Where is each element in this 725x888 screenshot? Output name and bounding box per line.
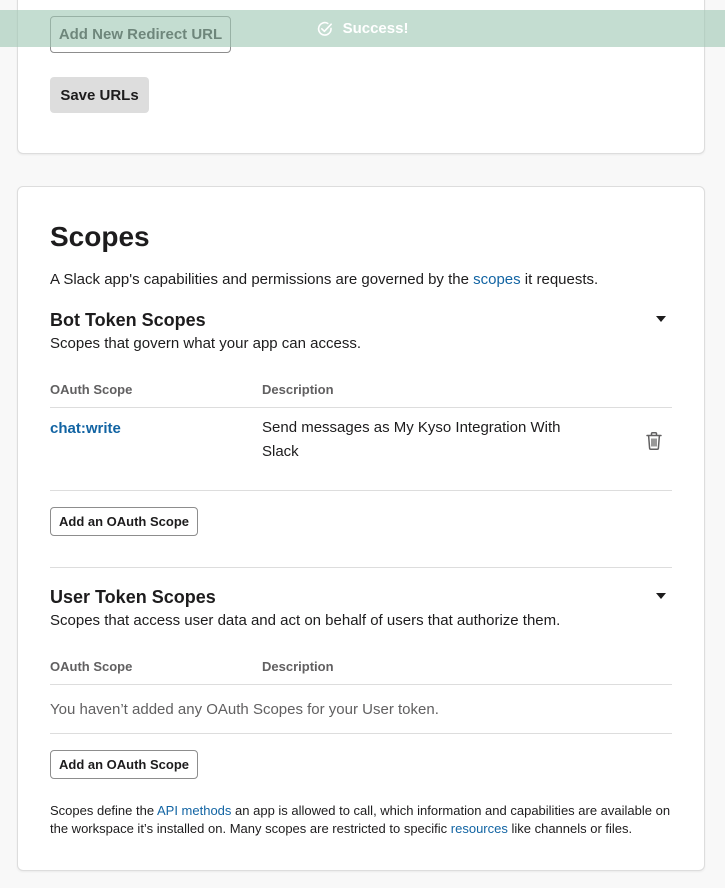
- scopes-title: Scopes: [50, 221, 150, 252]
- scopes-link[interactable]: scopes: [473, 271, 521, 288]
- toast-text: Success!: [342, 20, 409, 37]
- scope-description: Send messages as My Kyso Integration Wit…: [262, 419, 561, 460]
- add-bot-oauth-scope-button[interactable]: Add an OAuth Scope: [50, 507, 198, 536]
- trash-icon[interactable]: [645, 431, 663, 451]
- user-col-oauth-scope: OAuth Scope: [50, 659, 133, 674]
- bot-col-description: Description: [262, 382, 334, 397]
- success-toast: Success!: [0, 10, 725, 47]
- bot-col-oauth-scope: OAuth Scope: [50, 382, 133, 397]
- add-user-oauth-scope-button[interactable]: Add an OAuth Scope: [50, 750, 198, 779]
- user-token-scopes-title: User Token Scopes: [50, 587, 216, 607]
- scopes-description: A Slack app's capabilities and permissio…: [50, 271, 598, 288]
- section-divider: [50, 567, 672, 568]
- divider: [50, 490, 672, 491]
- save-urls-button[interactable]: Save URLs: [50, 77, 149, 113]
- caret-down-icon[interactable]: [656, 593, 666, 599]
- divider: [50, 733, 672, 734]
- empty-scopes-message: You haven’t added any OAuth Scopes for y…: [50, 701, 439, 718]
- caret-down-icon[interactable]: [656, 316, 666, 322]
- resources-link[interactable]: resources: [451, 821, 508, 836]
- scopes-card: Scopes A Slack app's capabilities and pe…: [17, 186, 705, 871]
- footnote-text: like channels or files.: [507, 821, 633, 836]
- check-circle-icon: [317, 21, 333, 37]
- footnote-text: Scopes define the: [50, 803, 157, 818]
- bot-token-scopes-title: Bot Token Scopes: [50, 310, 206, 330]
- user-col-description: Description: [262, 659, 334, 674]
- api-methods-link[interactable]: API methods: [157, 803, 231, 818]
- scopes-desc-text: A Slack app's capabilities and permissio…: [50, 271, 474, 288]
- divider: [50, 407, 672, 408]
- user-token-scopes-description: Scopes that access user data and act on …: [50, 612, 561, 629]
- scopes-desc-text-end: it requests.: [520, 271, 599, 288]
- divider: [50, 684, 672, 685]
- bot-token-scopes-description: Scopes that govern what your app can acc…: [50, 335, 362, 352]
- scope-name-link[interactable]: chat:write: [50, 420, 121, 437]
- scopes-footnote: Scopes define the API methods an app is …: [50, 802, 680, 838]
